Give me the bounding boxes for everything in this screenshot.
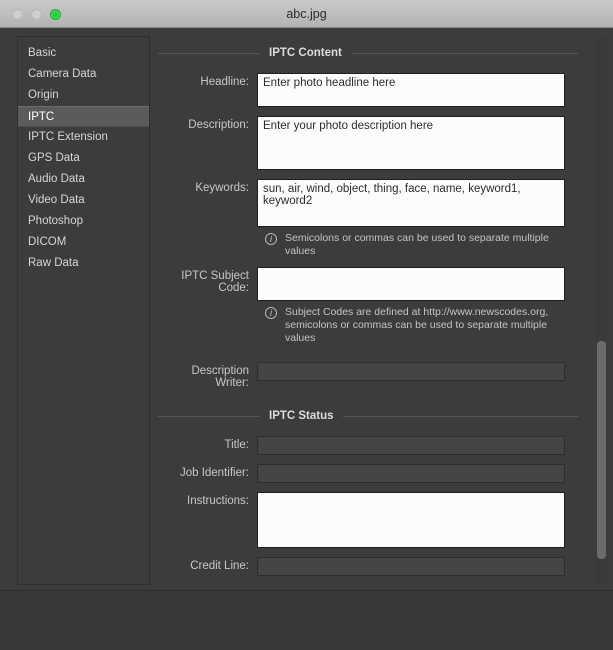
sidebar-item-origin[interactable]: Origin	[18, 85, 149, 106]
dialog-footer: Powered By xmp Preferences Template Fo..…	[0, 592, 613, 650]
field-row-headline: Headline: Enter photo headline here	[158, 73, 578, 107]
job-identifier-input[interactable]	[257, 464, 565, 483]
keywords-hint-text: Semicolons or commas can be used to sepa…	[285, 232, 549, 257]
section-header-iptc-status: IPTC Status	[158, 405, 578, 427]
minimize-button[interactable]	[31, 9, 42, 20]
description-writer-input[interactable]	[257, 362, 565, 381]
keywords-label: Keywords:	[195, 182, 249, 194]
field-row-job-identifier: Job Identifier:	[158, 464, 578, 483]
keywords-input[interactable]: sun, air, wind, object, thing, face, nam…	[257, 179, 565, 227]
window-title: abc.jpg	[286, 6, 327, 21]
credit-line-label: Credit Line:	[190, 560, 249, 572]
subject-code-input[interactable]	[257, 267, 565, 301]
description-writer-label: Description Writer:	[191, 365, 249, 389]
keywords-hint: i Semicolons or commas can be used to se…	[265, 232, 571, 258]
sidebar-item-iptc[interactable]: IPTC	[18, 106, 149, 127]
category-sidebar[interactable]: Basic Camera Data Origin IPTC IPTC Exten…	[17, 36, 150, 585]
metadata-dialog: abc.jpg Basic Camera Data Origin IPTC IP…	[0, 0, 613, 650]
window-titlebar: abc.jpg	[0, 0, 613, 28]
headline-input[interactable]: Enter photo headline here	[257, 73, 565, 107]
sidebar-item-camera-data[interactable]: Camera Data	[18, 64, 149, 85]
sidebar-item-iptc-extension[interactable]: IPTC Extension	[18, 127, 149, 148]
section-title: IPTC Content	[269, 47, 342, 59]
subject-code-hint: i Subject Codes are defined at http://ww…	[265, 306, 571, 345]
instructions-input[interactable]	[257, 492, 565, 548]
sidebar-item-dicom[interactable]: DICOM	[18, 232, 149, 253]
subject-code-hint-text: Subject Codes are defined at http://www.…	[285, 306, 549, 344]
field-row-instructions: Instructions:	[158, 492, 578, 548]
zoom-button[interactable]	[50, 9, 61, 20]
sidebar-item-video-data[interactable]: Video Data	[18, 190, 149, 211]
sidebar-item-basic[interactable]: Basic	[18, 43, 149, 64]
window-controls	[12, 9, 61, 20]
headline-label: Headline:	[200, 76, 249, 88]
info-icon: i	[265, 233, 277, 245]
sidebar-item-raw-data[interactable]: Raw Data	[18, 253, 149, 274]
title-input[interactable]	[257, 436, 565, 455]
metadata-panel: IPTC Content Headline: Enter photo headl…	[158, 36, 593, 585]
section-rule-right	[342, 415, 578, 417]
panel-scrollbar[interactable]	[596, 36, 607, 585]
sidebar-item-gps-data[interactable]: GPS Data	[18, 148, 149, 169]
section-rule-left	[158, 415, 260, 417]
subject-code-label: IPTC Subject Code:	[181, 270, 249, 294]
field-row-keywords: Keywords: sun, air, wind, object, thing,…	[158, 179, 578, 227]
section-header-iptc-content: IPTC Content	[158, 42, 578, 64]
section-rule-left	[158, 52, 260, 54]
field-row-credit-line: Credit Line:	[158, 557, 578, 576]
description-label: Description:	[188, 119, 249, 131]
section-rule-right	[350, 52, 578, 54]
credit-line-input[interactable]	[257, 557, 565, 576]
sidebar-item-photoshop[interactable]: Photoshop	[18, 211, 149, 232]
panel-scrollbar-thumb[interactable]	[597, 341, 606, 559]
field-row-description: Description: Enter your photo descriptio…	[158, 116, 578, 170]
section-title: IPTC Status	[269, 410, 334, 422]
field-row-description-writer: Description Writer:	[158, 362, 578, 389]
field-row-title: Title:	[158, 436, 578, 455]
field-row-subject-code: IPTC Subject Code:	[158, 267, 578, 301]
job-identifier-label: Job Identifier:	[179, 467, 249, 479]
info-icon: i	[265, 307, 277, 319]
sidebar-item-audio-data[interactable]: Audio Data	[18, 169, 149, 190]
title-label: Title:	[224, 439, 250, 451]
close-button[interactable]	[12, 9, 23, 20]
description-input[interactable]: Enter your photo description here	[257, 116, 565, 170]
instructions-label: Instructions:	[187, 495, 249, 507]
dialog-body: Basic Camera Data Origin IPTC IPTC Exten…	[0, 28, 613, 591]
